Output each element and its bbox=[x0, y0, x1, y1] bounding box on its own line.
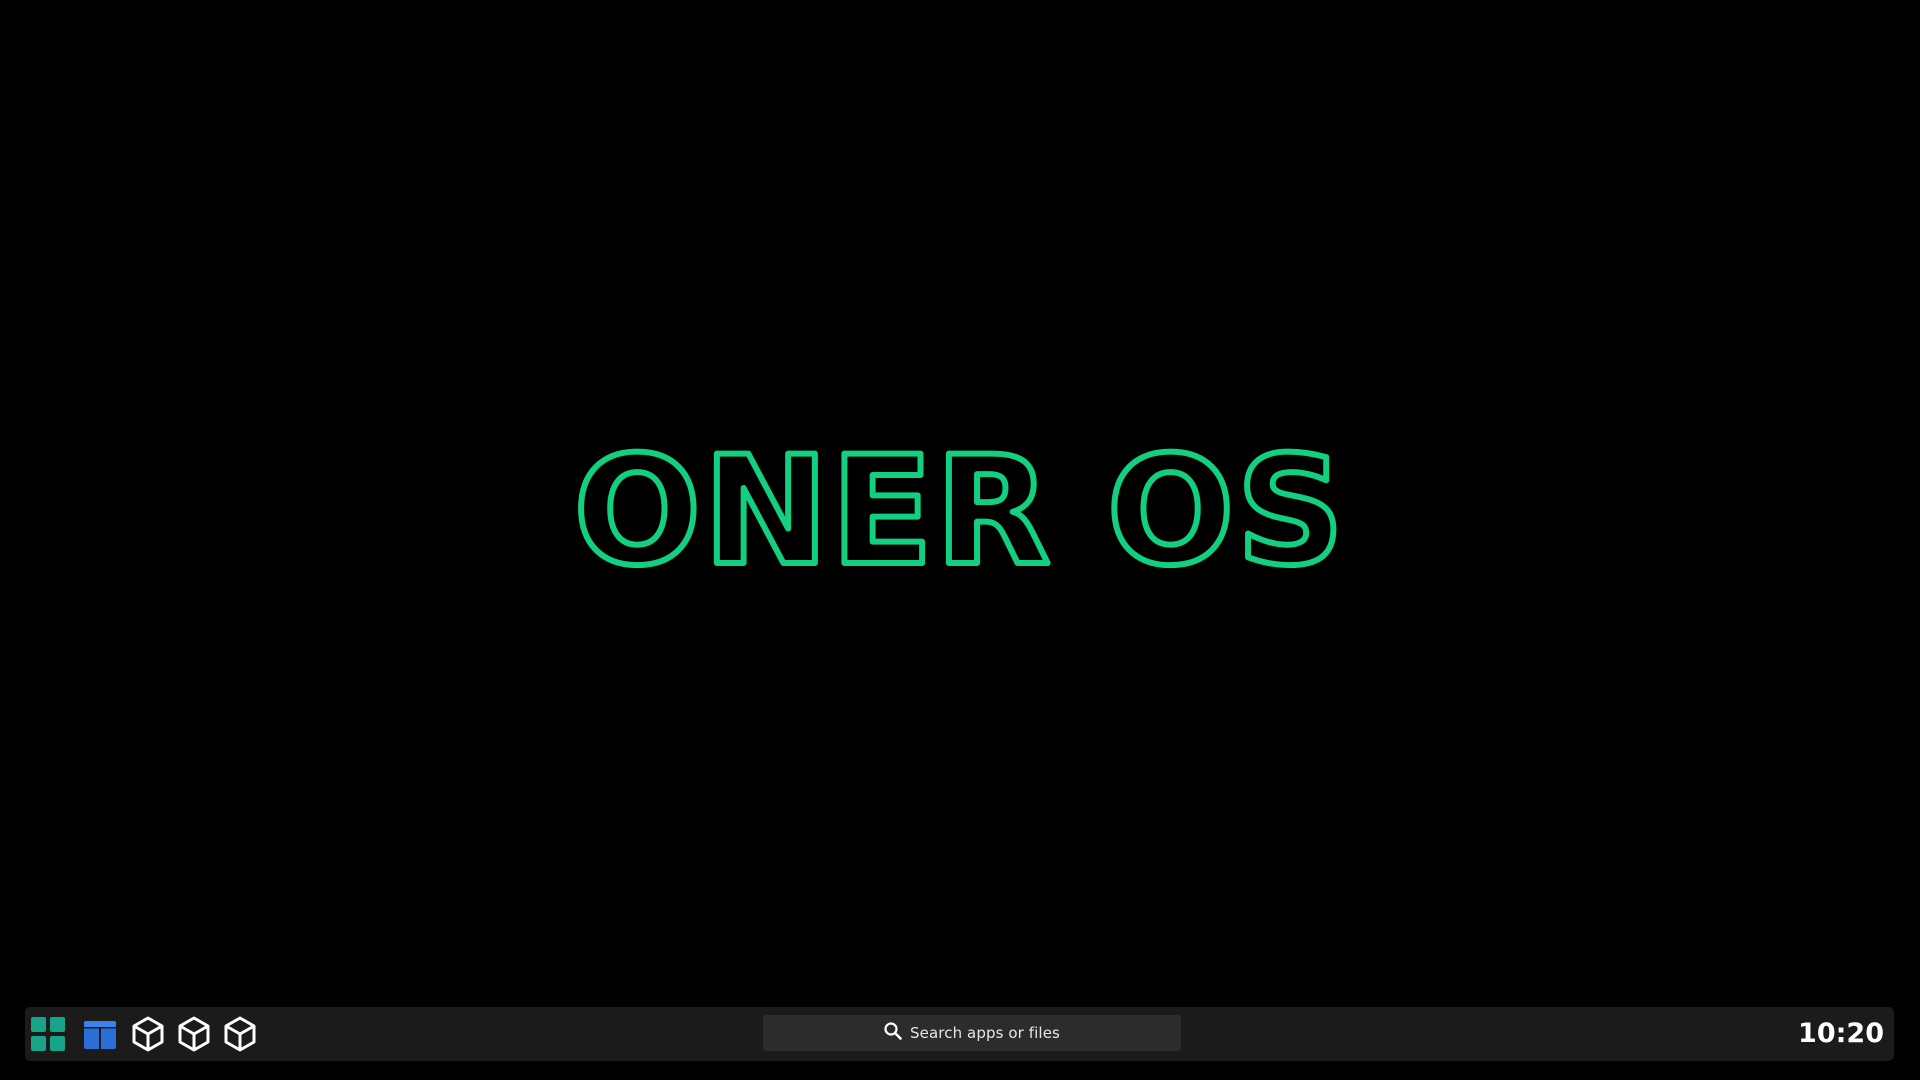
file-manager-button[interactable] bbox=[80, 1014, 120, 1054]
app-launcher-grid-icon bbox=[31, 1017, 65, 1051]
taskbar-clock[interactable]: 10:20 bbox=[1798, 1007, 1884, 1061]
app-button-1[interactable] bbox=[128, 1014, 168, 1054]
desktop-wallpaper: ONER OS bbox=[0, 0, 1920, 1000]
app-button-3[interactable] bbox=[220, 1014, 260, 1054]
search-placeholder: Search apps or files bbox=[910, 1024, 1060, 1042]
taskbar: Search apps or files 10:20 bbox=[25, 1007, 1894, 1061]
desktop: ONER OS Search apps or files 10:20 bbox=[0, 0, 1920, 1080]
file-manager-icon bbox=[84, 1019, 116, 1049]
search-icon bbox=[884, 1022, 902, 1044]
os-logo-wordmark: ONER OS bbox=[571, 422, 1348, 595]
search-box[interactable]: Search apps or files bbox=[763, 1015, 1181, 1051]
app-button-2[interactable] bbox=[174, 1014, 214, 1054]
app-launcher-button[interactable] bbox=[28, 1014, 68, 1054]
app-cube-icon bbox=[223, 1016, 257, 1052]
app-cube-icon bbox=[131, 1016, 165, 1052]
os-logo-text: ONER OS bbox=[574, 425, 1347, 595]
app-cube-icon bbox=[177, 1016, 211, 1052]
